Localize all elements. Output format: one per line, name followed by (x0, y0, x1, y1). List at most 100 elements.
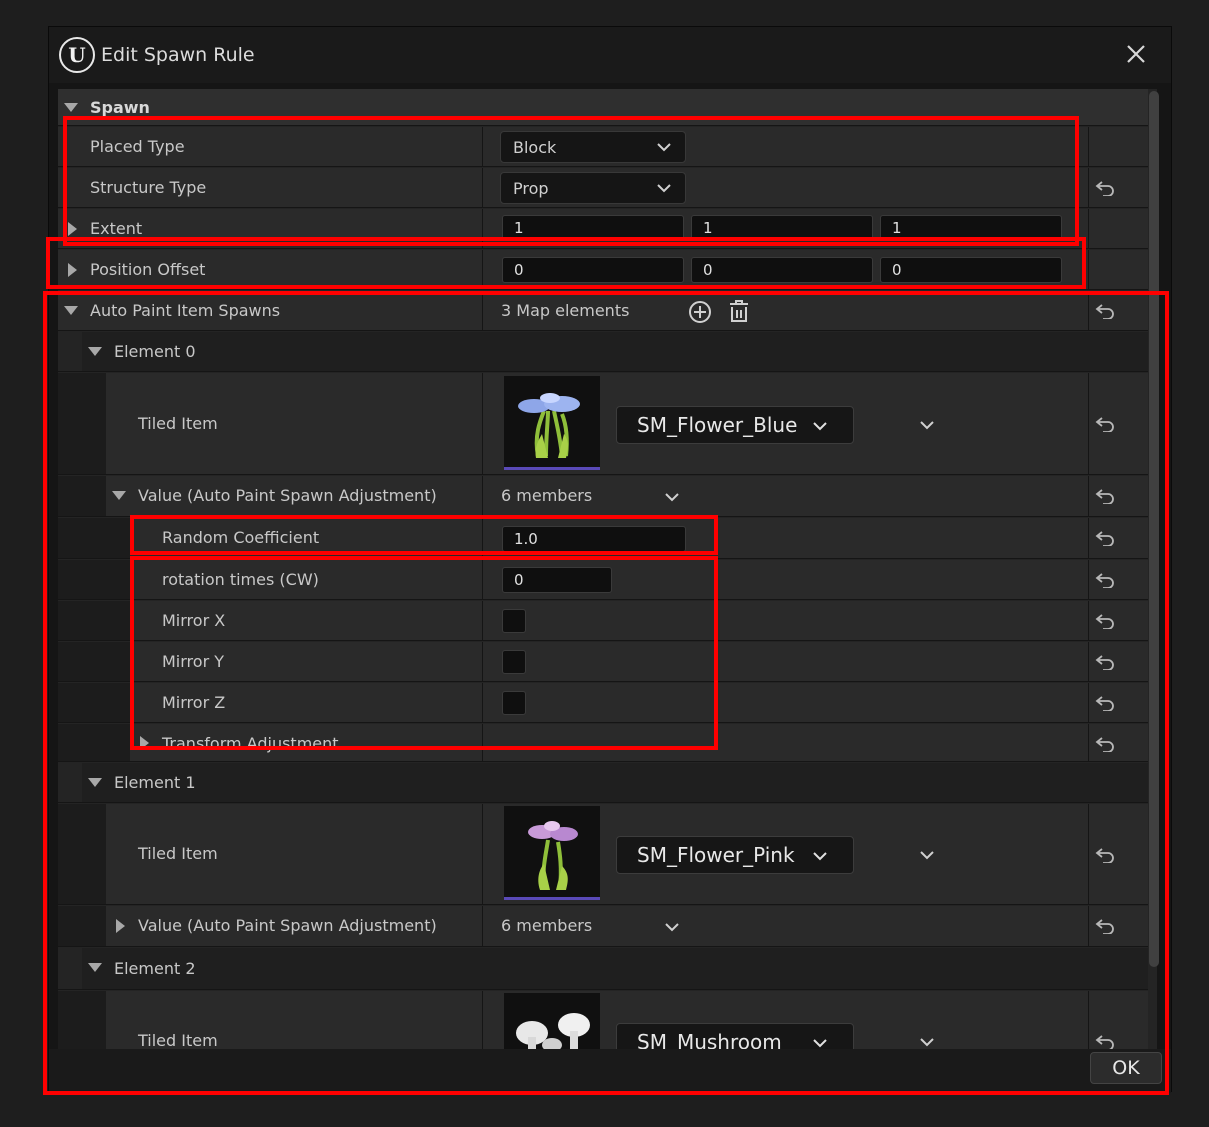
members-count: 6 members (501, 916, 593, 935)
category-spawn[interactable]: Spawn (58, 89, 1148, 126)
reset-to-default-icon[interactable] (1094, 613, 1116, 629)
flower-blue-icon (518, 393, 580, 458)
property-label: Value (Auto Paint Spawn Adjustment) (138, 916, 437, 935)
reset-to-default-icon[interactable] (1094, 488, 1116, 504)
expand-arrow-icon[interactable] (88, 347, 102, 356)
reset-to-default-icon[interactable] (1094, 180, 1116, 196)
property-transform-adjustment: Transform Adjustment (58, 724, 1148, 762)
mirror-z-checkbox[interactable] (502, 691, 526, 715)
reset-to-default-icon[interactable] (1094, 654, 1116, 670)
details-panel: Spawn Placed Type Block Structure Type P… (58, 89, 1157, 1049)
chevron-down-icon[interactable] (665, 922, 679, 932)
structure-type-dropdown[interactable]: Prop (500, 172, 686, 204)
rotation-times-input[interactable]: 0 (502, 567, 612, 593)
chevron-down-icon[interactable] (920, 850, 934, 860)
property-placed-type: Placed Type Block (58, 127, 1148, 167)
element-0-value: Value (Auto Paint Spawn Adjustment) 6 me… (58, 476, 1148, 517)
mushroom-icon (516, 1013, 590, 1049)
delete-all-icon[interactable] (728, 299, 750, 323)
property-random-coefficient: Random Coefficient 1.0 (58, 518, 1148, 559)
property-label: Mirror Z (162, 693, 226, 712)
position-offset-z-input[interactable]: 0 (880, 257, 1062, 283)
ok-button[interactable]: OK (1090, 1052, 1162, 1084)
property-extent: Extent 1 1 1 (58, 209, 1148, 249)
reset-to-default-icon[interactable] (1094, 918, 1116, 934)
chevron-down-icon[interactable] (920, 1037, 934, 1047)
element-2-tiled-item: Tiled Item SM_Mushroom (58, 991, 1148, 1049)
expand-arrow-icon[interactable] (112, 491, 126, 500)
property-label: Random Coefficient (162, 528, 320, 547)
add-element-icon[interactable] (688, 300, 712, 324)
property-label: Transform Adjustment (162, 734, 339, 753)
edit-spawn-rule-window: U Edit Spawn Rule Spawn Placed Type Bloc… (48, 26, 1172, 1093)
element-1-header[interactable]: Element 1 (58, 763, 1148, 803)
tiled-item-asset-picker[interactable]: SM_Mushroom (616, 1023, 854, 1049)
reset-to-default-icon[interactable] (1094, 530, 1116, 546)
expand-arrow-icon[interactable] (64, 306, 78, 315)
expand-arrow-icon[interactable] (116, 919, 125, 933)
property-label: Structure Type (90, 178, 207, 197)
unreal-logo-icon: U (59, 37, 95, 73)
property-label: Mirror X (162, 611, 226, 630)
element-1-value: Value (Auto Paint Spawn Adjustment) 6 me… (58, 906, 1148, 947)
reset-to-default-icon[interactable] (1094, 572, 1116, 588)
element-0-header[interactable]: Element 0 (58, 332, 1148, 372)
map-elements-count: 3 Map elements (501, 301, 630, 320)
reset-to-default-icon[interactable] (1094, 303, 1116, 319)
expand-arrow-icon[interactable] (88, 963, 102, 972)
element-label: Element 1 (114, 773, 196, 792)
expand-arrow-icon[interactable] (68, 222, 77, 236)
dialog-footer (49, 1049, 1171, 1093)
tiled-item-asset-picker[interactable]: SM_Flower_Pink (616, 836, 854, 874)
mirror-x-checkbox[interactable] (502, 609, 526, 633)
chevron-down-icon (813, 852, 827, 861)
tiled-item-asset-picker[interactable]: SM_Flower_Blue (616, 406, 854, 444)
reset-to-default-icon[interactable] (1094, 416, 1116, 432)
property-auto-paint-item-spawns: Auto Paint Item Spawns 3 Map elements (58, 291, 1148, 331)
property-label: rotation times (CW) (162, 570, 319, 589)
property-label: Value (Auto Paint Spawn Adjustment) (138, 486, 437, 505)
reset-to-default-icon[interactable] (1094, 1034, 1116, 1049)
element-label: Element 0 (114, 342, 196, 361)
element-0-tiled-item: Tiled Item SM_Flower_Blue (58, 373, 1148, 475)
chevron-down-icon (657, 143, 671, 152)
element-label: Element 2 (114, 959, 196, 978)
property-mirror-x: Mirror X (58, 601, 1148, 641)
members-count: 6 members (501, 486, 593, 505)
mirror-y-checkbox[interactable] (502, 650, 526, 674)
flower-pink-thumbnail[interactable] (504, 806, 600, 900)
property-label: Auto Paint Item Spawns (90, 301, 281, 320)
category-label: Spawn (90, 98, 150, 117)
expand-arrow-icon[interactable] (140, 736, 149, 750)
chevron-down-icon (813, 422, 827, 431)
expand-arrow-icon[interactable] (88, 778, 102, 787)
chevron-down-icon (813, 1039, 827, 1048)
reset-to-default-icon[interactable] (1094, 847, 1116, 863)
flower-blue-thumbnail[interactable] (504, 376, 600, 470)
property-label: Mirror Y (162, 652, 224, 671)
position-offset-y-input[interactable]: 0 (691, 257, 873, 283)
expand-arrow-icon[interactable] (64, 103, 78, 112)
position-offset-x-input[interactable]: 0 (502, 257, 684, 283)
reset-to-default-icon[interactable] (1094, 695, 1116, 711)
extent-x-input[interactable]: 1 (502, 215, 684, 241)
reset-to-default-icon[interactable] (1094, 736, 1116, 752)
chevron-down-icon[interactable] (665, 492, 679, 502)
chevron-down-icon[interactable] (920, 420, 934, 430)
extent-y-input[interactable]: 1 (691, 215, 873, 241)
property-label: Position Offset (90, 260, 206, 279)
expand-arrow-icon[interactable] (68, 263, 77, 277)
close-icon[interactable] (1123, 41, 1149, 67)
placed-type-dropdown[interactable]: Block (500, 131, 686, 163)
property-label: Tiled Item (138, 414, 218, 433)
extent-z-input[interactable]: 1 (880, 215, 1062, 241)
element-2-header[interactable]: Element 2 (58, 948, 1148, 990)
chevron-down-icon (657, 184, 671, 193)
property-mirror-y: Mirror Y (58, 642, 1148, 682)
random-coefficient-input[interactable]: 1.0 (502, 526, 686, 552)
property-label: Tiled Item (138, 844, 218, 863)
mushroom-thumbnail[interactable] (504, 993, 600, 1049)
vertical-scrollbar[interactable] (1149, 91, 1159, 967)
property-label: Placed Type (90, 137, 185, 156)
property-mirror-z: Mirror Z (58, 683, 1148, 723)
